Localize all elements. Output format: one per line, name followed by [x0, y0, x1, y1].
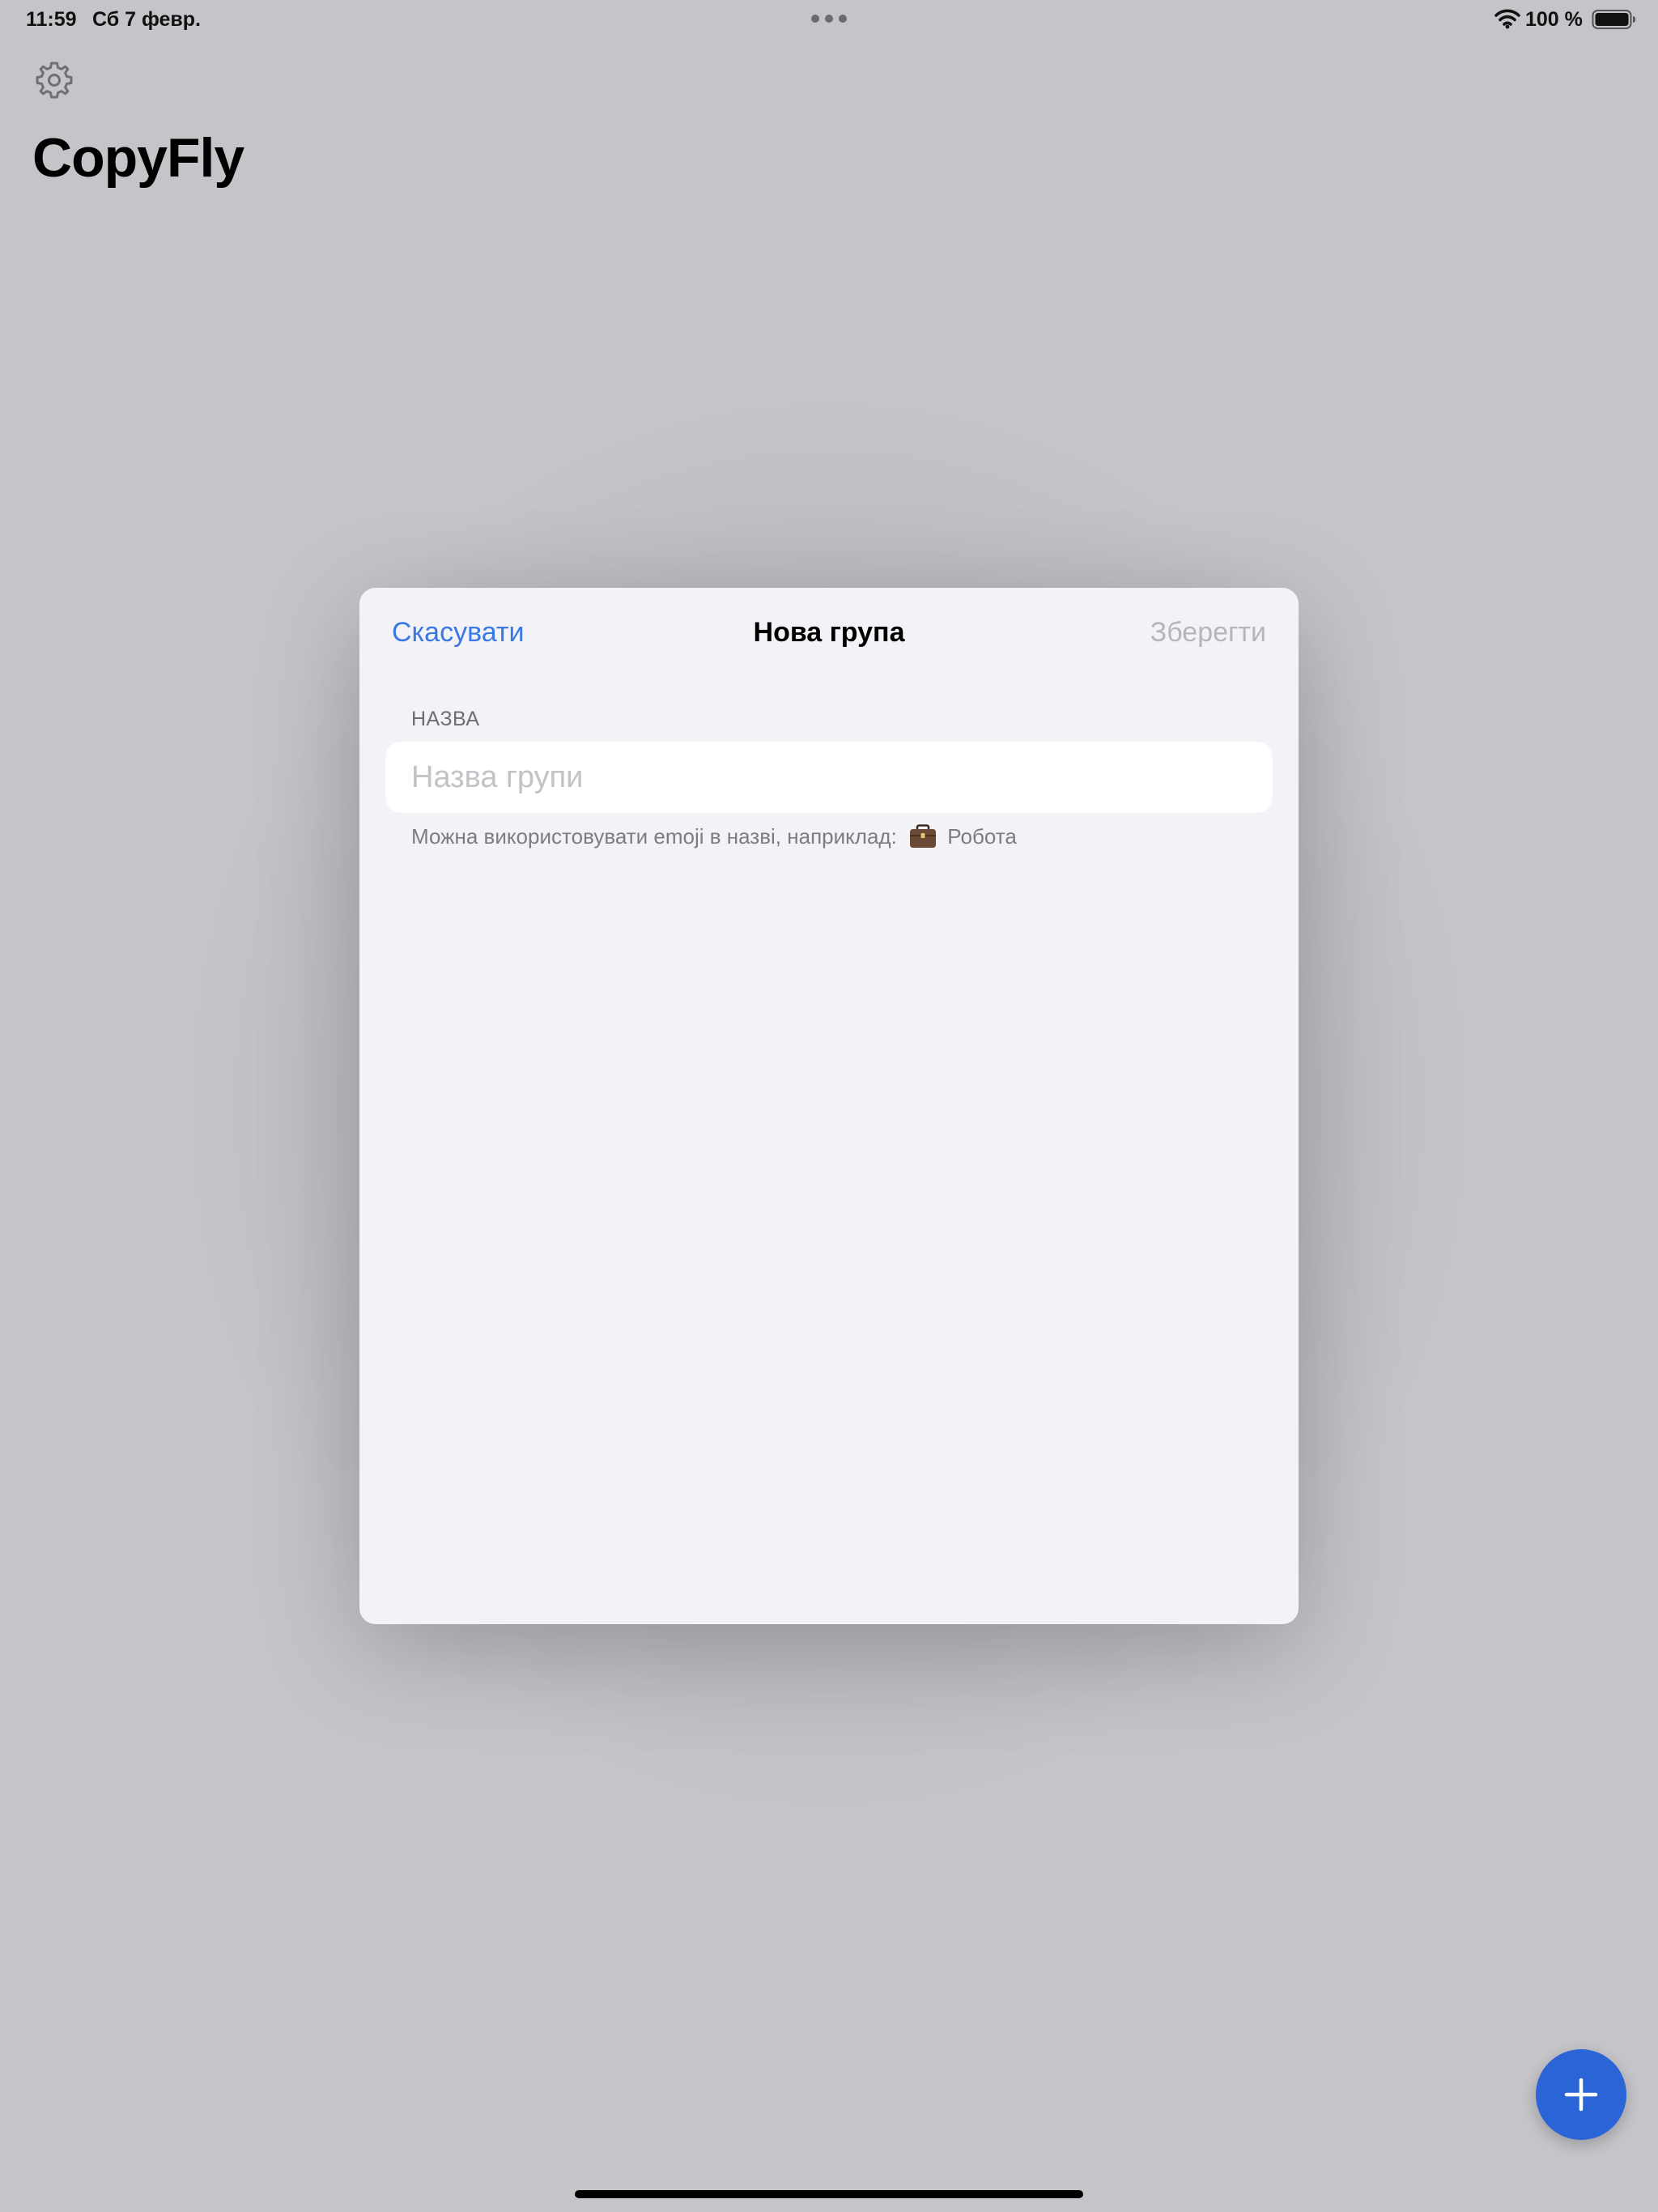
gear-icon[interactable] — [34, 60, 74, 100]
save-button[interactable]: Зберегти — [1150, 617, 1266, 649]
briefcase-icon — [910, 824, 937, 848]
section-header: НАЗВА — [411, 708, 480, 730]
section-footer: Можна використовувати emoji в назві, нап… — [411, 824, 1017, 849]
status-time: 11:59 — [26, 8, 77, 31]
group-name-field[interactable] — [385, 742, 1273, 813]
footer-example-text: Робота — [947, 824, 1017, 849]
wifi-icon — [1494, 9, 1520, 29]
add-button[interactable] — [1536, 2049, 1626, 2140]
home-indicator[interactable] — [575, 2190, 1083, 2198]
status-date: Сб 7 февр. — [92, 8, 201, 31]
sheet-title: Нова група — [753, 617, 905, 648]
cancel-button[interactable]: Скасувати — [392, 617, 525, 649]
footer-text: Можна використовувати emoji в назві, нап… — [411, 824, 897, 849]
battery-percent: 100 % — [1525, 8, 1583, 31]
battery-icon — [1592, 10, 1635, 29]
new-group-sheet: Скасувати Нова група Зберегти НАЗВА Можн… — [359, 588, 1299, 1624]
multitask-dots-icon[interactable] — [811, 15, 847, 23]
app-title: CopyFly — [32, 127, 244, 189]
status-bar: 11:59 Сб 7 февр. 100 % — [0, 0, 1658, 39]
plus-icon — [1564, 2078, 1598, 2112]
